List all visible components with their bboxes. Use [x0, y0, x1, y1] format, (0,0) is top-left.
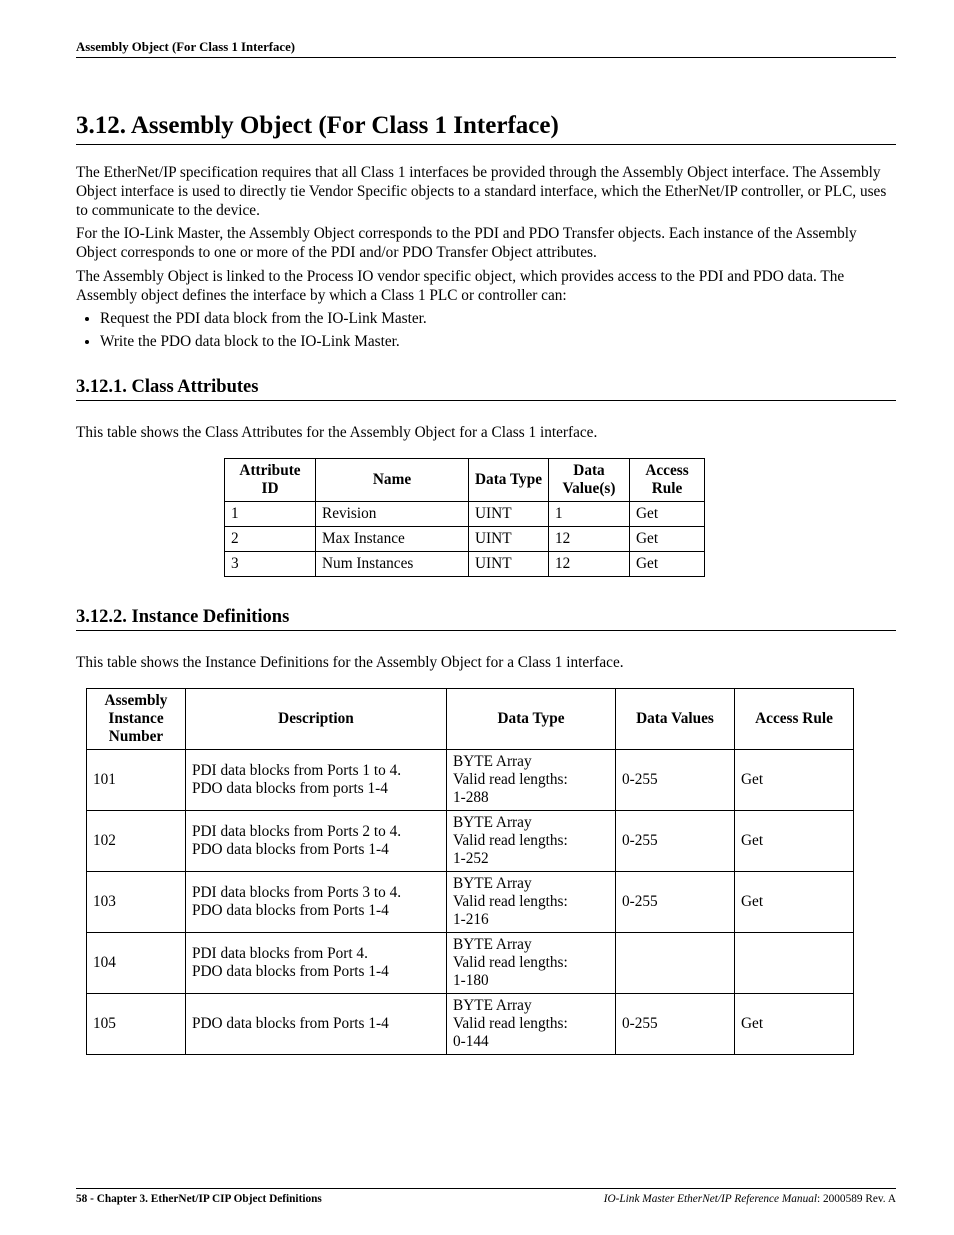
- table-row: 1 Revision UINT 1 Get: [225, 502, 705, 527]
- table-header-row: AttributeID Name Data Type DataValue(s) …: [225, 459, 705, 502]
- footer-right: IO-Link Master EtherNet/IP Reference Man…: [604, 1193, 896, 1205]
- list-item: Write the PDO data block to the IO-Link …: [100, 332, 896, 351]
- cell-val: 12: [549, 552, 630, 577]
- cell-vals: 0-255: [616, 872, 735, 933]
- cell-val: 12: [549, 527, 630, 552]
- paragraph-2: For the IO-Link Master, the Assembly Obj…: [76, 224, 896, 262]
- cell-rule: Get: [630, 527, 705, 552]
- table-row: 104 PDI data blocks from Port 4. PDO dat…: [87, 933, 854, 994]
- footer-left: 58 - Chapter 3. EtherNet/IP CIP Object D…: [76, 1193, 322, 1205]
- cell-num: 104: [87, 933, 186, 994]
- cell-rule: Get: [735, 872, 854, 933]
- col-data-type: Data Type: [469, 459, 549, 502]
- section-title: 3.12. Assembly Object (For Class 1 Inter…: [76, 112, 896, 140]
- cell-vals: 0-255: [616, 750, 735, 811]
- subsection-rule: [76, 630, 896, 631]
- cell-dtype: BYTE Array Valid read lengths: 1-216: [447, 872, 616, 933]
- class-attributes-table: AttributeID Name Data Type DataValue(s) …: [224, 458, 705, 577]
- table-row: 3 Num Instances UINT 12 Get: [225, 552, 705, 577]
- running-header: Assembly Object (For Class 1 Interface): [76, 40, 896, 58]
- subsection-instance-definitions: 3.12.2. Instance Definitions This table …: [76, 607, 896, 1055]
- cell-name: Revision: [316, 502, 469, 527]
- subsection-title: 3.12.1. Class Attributes: [76, 377, 896, 398]
- col-access-rule: AccessRule: [630, 459, 705, 502]
- footer-manual-title: IO-Link Master EtherNet/IP Reference Man…: [604, 1193, 817, 1205]
- footer-page-number: 58 -: [76, 1193, 97, 1205]
- cell-rule: Get: [735, 811, 854, 872]
- subsection-title-text: Class Attributes: [132, 377, 259, 397]
- footer-doc-id: : 2000589 Rev. A: [817, 1193, 896, 1205]
- page: Assembly Object (For Class 1 Interface) …: [0, 0, 954, 1235]
- cell-val: 1: [549, 502, 630, 527]
- footer-row: 58 - Chapter 3. EtherNet/IP CIP Object D…: [76, 1193, 896, 1205]
- cell-id: 1: [225, 502, 316, 527]
- cell-num: 102: [87, 811, 186, 872]
- cell-vals: 0-255: [616, 811, 735, 872]
- cell-num: 105: [87, 994, 186, 1055]
- paragraph-1: The EtherNet/IP specification requires t…: [76, 163, 896, 220]
- cell-desc: PDI data blocks from Ports 2 to 4. PDO d…: [186, 811, 447, 872]
- cell-dtype: BYTE Array Valid read lengths: 0-144: [447, 994, 616, 1055]
- cell-dtype: BYTE Array Valid read lengths: 1-180: [447, 933, 616, 994]
- title-rule: [76, 144, 896, 145]
- cell-desc: PDI data blocks from Ports 3 to 4. PDO d…: [186, 872, 447, 933]
- cell-desc: PDI data blocks from Port 4. PDO data bl…: [186, 933, 447, 994]
- cell-name: Num Instances: [316, 552, 469, 577]
- cell-num: 103: [87, 872, 186, 933]
- subsection-number: 3.12.1.: [76, 377, 127, 397]
- bullet-list: Request the PDI data block from the IO-L…: [76, 309, 896, 351]
- subsection-class-attributes: 3.12.1. Class Attributes This table show…: [76, 377, 896, 577]
- subsection-title-text: Instance Definitions: [132, 607, 290, 627]
- footer-rule: [76, 1188, 896, 1189]
- subsection-rule: [76, 400, 896, 401]
- subsection-number: 3.12.2.: [76, 607, 127, 627]
- cell-dtype: UINT: [469, 552, 549, 577]
- col-data-type: Data Type: [447, 689, 616, 750]
- list-item: Request the PDI data block from the IO-L…: [100, 309, 896, 328]
- cell-rule: Get: [630, 502, 705, 527]
- instance-definitions-table: AssemblyInstanceNumber Description Data …: [86, 688, 854, 1055]
- paragraph-3: The Assembly Object is linked to the Pro…: [76, 267, 896, 305]
- col-data-values: DataValue(s): [549, 459, 630, 502]
- col-instance-number: AssemblyInstanceNumber: [87, 689, 186, 750]
- cell-rule: Get: [735, 750, 854, 811]
- cell-dtype: UINT: [469, 527, 549, 552]
- page-footer: 58 - Chapter 3. EtherNet/IP CIP Object D…: [76, 1188, 896, 1205]
- cell-rule: Get: [735, 994, 854, 1055]
- cell-desc: PDI data blocks from Ports 1 to 4. PDO d…: [186, 750, 447, 811]
- cell-id: 2: [225, 527, 316, 552]
- col-access-rule: Access Rule: [735, 689, 854, 750]
- cell-desc: PDO data blocks from Ports 1-4: [186, 994, 447, 1055]
- col-data-values: Data Values: [616, 689, 735, 750]
- subsection-intro: This table shows the Instance Definition…: [76, 653, 896, 672]
- cell-dtype: UINT: [469, 502, 549, 527]
- col-name: Name: [316, 459, 469, 502]
- table-row: 101 PDI data blocks from Ports 1 to 4. P…: [87, 750, 854, 811]
- cell-vals: [616, 933, 735, 994]
- footer-chapter: Chapter 3. EtherNet/IP CIP Object Defini…: [97, 1193, 322, 1205]
- table-header-row: AssemblyInstanceNumber Description Data …: [87, 689, 854, 750]
- cell-rule: Get: [630, 552, 705, 577]
- col-attribute-id: AttributeID: [225, 459, 316, 502]
- subsection-title: 3.12.2. Instance Definitions: [76, 607, 896, 628]
- cell-num: 101: [87, 750, 186, 811]
- table-row: 103 PDI data blocks from Ports 3 to 4. P…: [87, 872, 854, 933]
- section-title-text: Assembly Object (For Class 1 Interface): [131, 112, 559, 139]
- cell-id: 3: [225, 552, 316, 577]
- table-row: 2 Max Instance UINT 12 Get: [225, 527, 705, 552]
- section-number: 3.12.: [76, 112, 126, 139]
- subsection-intro: This table shows the Class Attributes fo…: [76, 423, 896, 442]
- table-row: 102 PDI data blocks from Ports 2 to 4. P…: [87, 811, 854, 872]
- cell-dtype: BYTE Array Valid read lengths: 1-252: [447, 811, 616, 872]
- table-row: 105 PDO data blocks from Ports 1-4 BYTE …: [87, 994, 854, 1055]
- cell-dtype: BYTE Array Valid read lengths: 1-288: [447, 750, 616, 811]
- cell-vals: 0-255: [616, 994, 735, 1055]
- cell-name: Max Instance: [316, 527, 469, 552]
- cell-rule: [735, 933, 854, 994]
- col-description: Description: [186, 689, 447, 750]
